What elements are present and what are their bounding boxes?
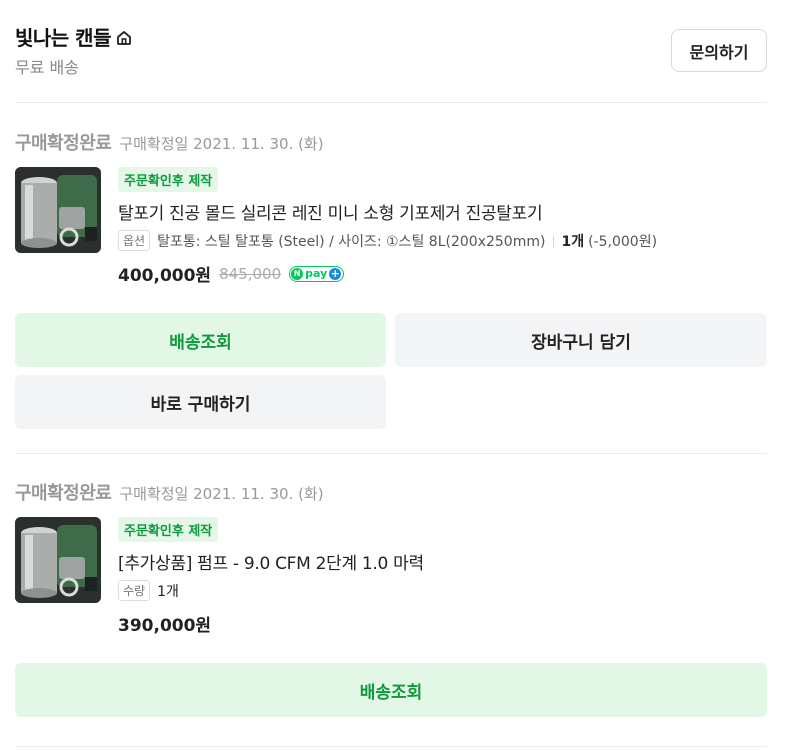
quantity: 1개 — [561, 233, 585, 250]
product: 주문확인후 제작 [추가상품] 펌프 - 9.0 CFM 2단계 1.0 마력 … — [15, 517, 767, 637]
store-name[interactable]: 빛나는 캔들 — [15, 22, 767, 51]
npay-label: pay — [305, 267, 328, 280]
order-confirm-date: 구매확정일 2021. 11. 30. (화) — [119, 485, 324, 503]
divider — [15, 453, 767, 454]
order-confirm-date: 구매확정일 2021. 11. 30. (화) — [119, 135, 324, 153]
quantity-discount: (-5,000원) — [588, 233, 658, 250]
store-header: 빛나는 캔들 무료 배송 문의하기 — [15, 22, 767, 82]
npay-n-mark: N — [291, 267, 304, 280]
product-option-line: 옵션 탈포통: 스틸 탈포통 (Steel) / 사이즈: ①스틸 8L(200… — [118, 230, 767, 251]
order-status: 구매확정완료 — [15, 133, 112, 154]
npay-plus-icon: N pay + — [289, 265, 345, 282]
order-status: 구매확정완료 — [15, 483, 112, 504]
price: 390,000원 — [118, 616, 212, 636]
add-to-cart-button[interactable]: 장바구니 담기 — [395, 313, 767, 367]
price-line: 400,000원 845,000 N pay + — [118, 261, 767, 286]
inquiry-button[interactable]: 문의하기 — [671, 29, 767, 72]
store-name-label[interactable]: 빛나는 캔들 — [15, 22, 111, 51]
price-line: 390,000원 — [118, 611, 767, 636]
made-to-order-badge: 주문확인후 제작 — [118, 517, 219, 542]
buy-now-button[interactable]: 바로 구매하기 — [15, 375, 386, 429]
quantity-tag: 수량 — [118, 580, 151, 601]
store-shipping-info: 무료 배송 — [15, 58, 79, 77]
product-info: 주문확인후 제작 탈포기 진공 몰드 실리콘 레진 미니 소형 기포제거 진공탈… — [118, 167, 767, 286]
order-item: 구매확정완료 구매확정일 2021. 11. 30. (화) 주문확인후 제작 … — [15, 479, 767, 637]
quantity: 1개 — [157, 583, 179, 600]
product: 주문확인후 제작 탈포기 진공 몰드 실리콘 레진 미니 소형 기포제거 진공탈… — [15, 167, 767, 287]
track-delivery-button[interactable]: 배송조회 — [15, 663, 767, 717]
price: 400,000원 — [118, 266, 212, 286]
product-thumbnail[interactable] — [15, 517, 101, 603]
npay-plus-mark: + — [329, 267, 342, 280]
product-quantity-line: 수량 1개 — [118, 580, 767, 601]
separator: | — [551, 233, 556, 248]
original-price: 845,000 — [219, 264, 282, 283]
product-info: 주문확인후 제작 [추가상품] 펌프 - 9.0 CFM 2단계 1.0 마력 … — [118, 517, 767, 636]
divider — [15, 102, 767, 103]
order-status-line: 구매확정완료 구매확정일 2021. 11. 30. (화) — [15, 129, 767, 154]
order-status-line: 구매확정완료 구매확정일 2021. 11. 30. (화) — [15, 479, 767, 504]
product-thumbnail[interactable] — [15, 167, 101, 253]
product-title[interactable]: [추가상품] 펌프 - 9.0 CFM 2단계 1.0 마력 — [118, 549, 767, 574]
track-delivery-button[interactable]: 배송조회 — [15, 313, 386, 367]
option-tag: 옵션 — [118, 230, 151, 251]
product-title[interactable]: 탈포기 진공 몰드 실리콘 레진 미니 소형 기포제거 진공탈포기 — [118, 199, 767, 224]
order-item: 구매확정완료 구매확정일 2021. 11. 30. (화) 주문확인후 제작 … — [15, 129, 767, 287]
home-icon[interactable] — [115, 29, 133, 47]
divider — [15, 746, 767, 747]
made-to-order-badge: 주문확인후 제작 — [118, 167, 219, 192]
option-text: 탈포통: 스틸 탈포통 (Steel) / 사이즈: ①스틸 8L(200x25… — [157, 233, 546, 250]
